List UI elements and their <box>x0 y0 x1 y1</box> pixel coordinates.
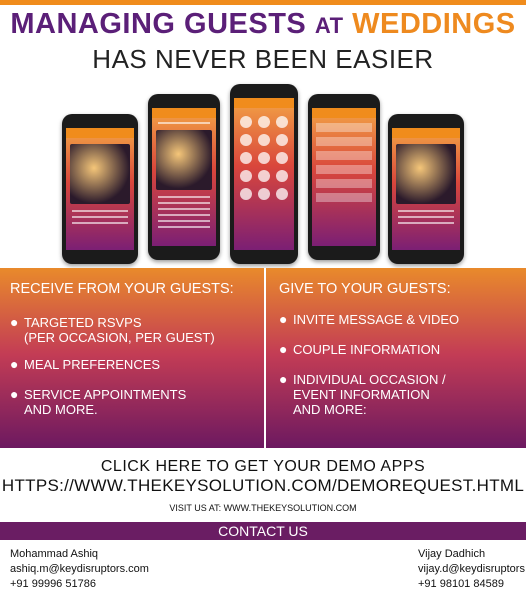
give-item-couple: ● COUPLE INFORMATION <box>279 341 441 358</box>
contact-email[interactable]: vijay.d@keydisruptors <box>418 562 525 577</box>
contact-phone[interactable]: +91 98101 84589 <box>418 577 525 592</box>
receive-item-appointments: ● SERVICE APPOINTMENTS AND MORE. <box>10 386 187 418</box>
contact-person-2: Vijay Dadhich vijay.d@keydisruptors +91 … <box>418 547 525 592</box>
contact-details: Mohammad Ashiq ashiq.m@keydisruptors.com… <box>0 540 526 595</box>
receive-item-rsvps: ● TARGETED RSVPS (PER OCCASION, PER GUES… <box>10 314 215 346</box>
phone-mockup-2 <box>148 94 220 260</box>
give-item-text: EVENT INFORMATION <box>293 387 430 402</box>
headline-part1: MANAGING GUESTS <box>10 8 307 40</box>
bullet-icon: ● <box>279 311 288 327</box>
give-item-text: INDIVIDUAL OCCASION / <box>293 372 446 387</box>
give-item-text: COUPLE INFORMATION <box>293 342 441 357</box>
contact-heading: CONTACT US <box>0 522 526 540</box>
phone-mockup-4 <box>308 94 380 260</box>
contact-person-1: Mohammad Ashiq ashiq.m@keydisruptors.com… <box>10 547 149 592</box>
receive-item-text: (PER OCCASION, PER GUEST) <box>24 330 215 345</box>
contact-email[interactable]: ashiq.m@keydisruptors.com <box>10 562 149 577</box>
contact-name: Mohammad Ashiq <box>10 548 99 560</box>
bullet-icon: ● <box>279 341 288 357</box>
demo-cta-text[interactable]: CLICK HERE TO GET YOUR DEMO APPS <box>0 458 526 476</box>
bullet-icon: ● <box>10 314 19 330</box>
contact-phone[interactable]: +91 99996 51786 <box>10 577 149 592</box>
phone-mockup-1 <box>62 114 138 264</box>
demo-request-link[interactable]: HTTPS://WWW.THEKEYSOLUTION.COM/DEMOREQUE… <box>0 476 526 496</box>
receive-item-text: MEAL PREFERENCES <box>24 357 161 372</box>
bullet-icon: ● <box>279 371 288 387</box>
receive-item-text: TARGETED RSVPS <box>24 315 142 330</box>
receive-item-text: SERVICE APPOINTMENTS <box>24 387 187 402</box>
headline-line1: MANAGING GUESTS AT WEDDINGS <box>0 8 526 41</box>
website-link[interactable]: VISIT US AT: WWW.THEKEYSOLUTION.COM <box>0 503 526 513</box>
receive-item-text: AND MORE. <box>24 402 98 417</box>
column-divider <box>264 268 266 448</box>
give-item-occasion: ● INDIVIDUAL OCCASION / EVENT INFORMATIO… <box>279 371 446 418</box>
bullet-icon: ● <box>10 356 19 372</box>
bullet-icon: ● <box>10 386 19 402</box>
phone-mockup-5 <box>388 114 464 264</box>
give-item-text: INVITE MESSAGE & VIDEO <box>293 312 460 327</box>
phone-mockups <box>0 80 526 268</box>
features-band: RECEIVE FROM YOUR GUESTS: ● TARGETED RSV… <box>0 268 526 448</box>
headline-line2: HAS NEVER BEEN EASIER <box>92 44 434 74</box>
receive-item-meals: ● MEAL PREFERENCES <box>10 356 161 373</box>
demo-cta: CLICK HERE TO GET YOUR DEMO APPS HTTPS:/… <box>0 448 526 522</box>
top-accent-bar <box>0 0 526 5</box>
headline-part3: WEDDINGS <box>352 8 516 40</box>
give-item-text: AND MORE: <box>293 402 367 417</box>
receive-heading: RECEIVE FROM YOUR GUESTS: <box>10 281 234 297</box>
headline-part2: AT <box>314 13 344 38</box>
contact-name: Vijay Dadhich <box>418 548 486 560</box>
give-heading: GIVE TO YOUR GUESTS: <box>279 281 451 297</box>
give-item-invite: ● INVITE MESSAGE & VIDEO <box>279 311 460 328</box>
phone-mockup-3 <box>230 84 298 264</box>
